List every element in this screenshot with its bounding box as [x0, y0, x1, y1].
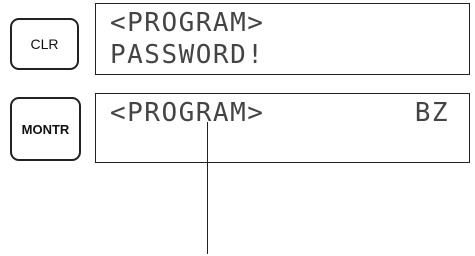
display-line-1: <PROGRAM>	[110, 8, 265, 38]
lcd-display-before: <PROGRAM> PASSWORD!	[95, 3, 470, 75]
lcd-display-after: <PROGRAM> BZ	[95, 93, 470, 163]
buzzer-status: BZ	[414, 98, 449, 128]
display-line-1: <PROGRAM>	[110, 98, 265, 128]
montr-key[interactable]: MONTR	[10, 97, 81, 161]
clr-key[interactable]: CLR	[10, 18, 79, 70]
leader-line	[207, 122, 208, 254]
display-line-2: PASSWORD!	[110, 40, 265, 70]
